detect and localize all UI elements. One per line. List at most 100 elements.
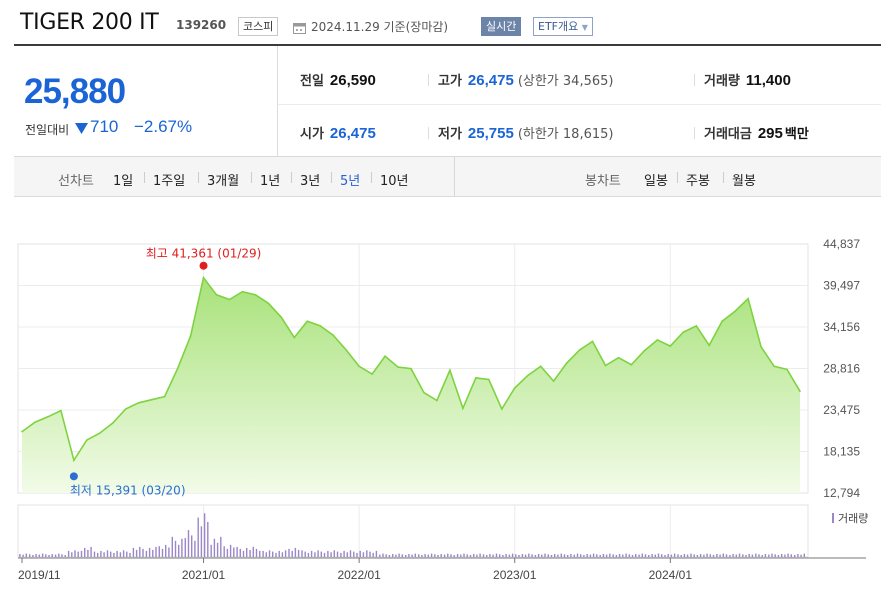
volume-bar	[148, 547, 151, 557]
volume-bar	[129, 552, 131, 557]
volume-bar	[272, 551, 274, 557]
volume-legend-swatch	[832, 513, 834, 523]
volume-bar	[187, 530, 190, 557]
volume-bar	[557, 554, 559, 557]
volume-bar	[372, 552, 374, 557]
volume-bar	[122, 550, 125, 557]
volume-bar	[615, 555, 618, 557]
volume-bar	[200, 526, 203, 557]
etf-overview-button[interactable]: ETF개요 ▼	[533, 17, 593, 36]
volume-bar	[310, 550, 313, 557]
volume-bar	[158, 546, 160, 557]
stock-code: 139260	[176, 18, 227, 32]
tab-daily[interactable]: 일봉	[644, 170, 668, 189]
price-point	[786, 368, 788, 371]
amount-value: 295	[757, 125, 783, 142]
tab-divider	[677, 172, 678, 183]
tab-10y[interactable]: 10년	[380, 170, 409, 189]
volume-bar	[288, 548, 290, 557]
etf-overview-label: ETF개요	[538, 20, 579, 33]
realtime-button[interactable]: 실시간	[481, 17, 522, 36]
volume-bar	[356, 552, 358, 557]
volume-bar	[505, 554, 507, 557]
price-point	[267, 302, 270, 305]
price-point	[384, 355, 386, 357]
volume-bar	[359, 550, 361, 557]
volume-bar	[576, 553, 579, 557]
volume-bar	[29, 554, 31, 557]
volume-bar	[667, 554, 669, 557]
price-point	[760, 346, 762, 348]
volume-bar	[803, 553, 805, 557]
volume-bar	[732, 554, 734, 557]
volume-bar	[242, 550, 245, 557]
tab-3m[interactable]: 3개월	[207, 170, 239, 189]
price-point	[526, 374, 529, 377]
volume-bar	[434, 554, 436, 557]
x-tick-label: 2024/01	[649, 568, 693, 582]
volume-bar	[236, 546, 238, 557]
volume-bar	[64, 555, 66, 557]
volume-bar	[508, 554, 511, 557]
volume-bar	[696, 555, 699, 557]
price-point	[423, 391, 425, 394]
volume-bar	[573, 554, 575, 557]
volume-bar	[502, 555, 504, 557]
change-value: 710	[90, 117, 119, 136]
tab-3y[interactable]: 3년	[300, 170, 320, 189]
price-point	[111, 422, 114, 424]
prev-close-label: 전일	[300, 74, 324, 89]
price-chart[interactable]: 44,837 39,497 34,156 28,816 23,475 18,135 12,7…	[0, 200, 881, 592]
volume-bar	[424, 554, 426, 557]
open-value: 26,475	[329, 125, 376, 142]
volume-bar	[440, 554, 442, 557]
tab-monthly[interactable]: 월봉	[732, 170, 756, 189]
volume-bar	[191, 535, 193, 557]
tab-5y[interactable]: 5년	[340, 170, 360, 189]
volume-bar	[586, 554, 588, 557]
price-point	[189, 335, 192, 337]
stock-name: TIGER 200 IT	[20, 10, 159, 35]
tab-1y[interactable]: 1년	[260, 170, 280, 189]
tab-weekly[interactable]: 주봉	[686, 170, 710, 189]
volume-bar	[84, 547, 86, 557]
volume-bar	[392, 554, 394, 557]
volume-bar	[216, 542, 219, 557]
volume-bar	[87, 549, 89, 557]
price-point	[215, 293, 218, 296]
volume-bar	[592, 553, 595, 557]
volume-bar	[366, 550, 368, 557]
price-point	[306, 320, 309, 323]
volume-bar	[45, 554, 47, 557]
price-point	[591, 340, 594, 343]
price-point	[747, 297, 749, 300]
volume-bar	[375, 550, 378, 557]
volume-bar	[541, 554, 543, 557]
volume-bar	[284, 550, 287, 557]
volume-bar	[716, 554, 718, 557]
volume-bar	[735, 554, 737, 557]
tab-1w[interactable]: 1주일	[153, 170, 185, 189]
volume-bar	[550, 555, 553, 557]
volume-bar	[473, 554, 475, 557]
volume-bar	[463, 553, 465, 557]
high-marker	[199, 261, 208, 270]
volume-bar	[304, 551, 306, 557]
price-point	[682, 331, 685, 333]
price-point	[176, 367, 179, 370]
price-point	[241, 290, 244, 293]
volume-bar	[379, 554, 381, 557]
tab-1d[interactable]: 1일	[113, 170, 133, 189]
quote-panel: 25,880 전일대비 710 −2.67% 전일 26,590 고가 26,475…	[14, 44, 881, 157]
volume-bar	[265, 552, 267, 557]
volume-bar	[54, 554, 57, 557]
volume-bar	[570, 554, 572, 557]
volume-bar	[563, 554, 566, 557]
volume-bar	[119, 552, 122, 557]
volume-bar	[155, 546, 157, 557]
volume-bar	[178, 544, 180, 557]
cell-divider	[428, 74, 429, 86]
volume-bar	[41, 553, 44, 557]
price-point	[773, 365, 775, 368]
price-point	[280, 316, 283, 319]
